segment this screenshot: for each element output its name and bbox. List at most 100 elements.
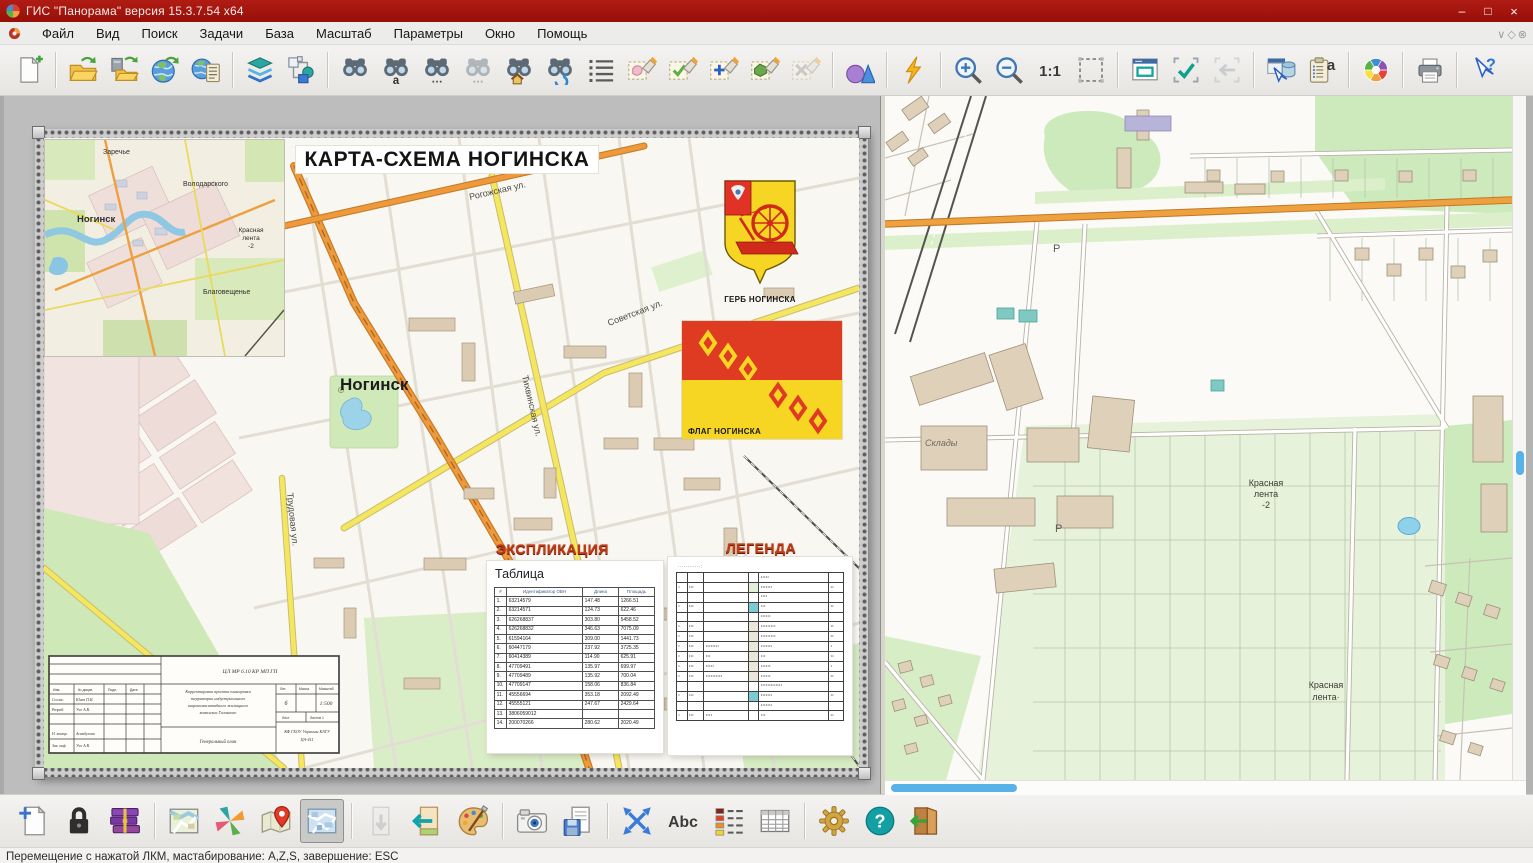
table-row: 8.47709491135.97699.97 xyxy=(495,663,655,672)
open-globe-button[interactable] xyxy=(145,51,184,90)
legend-cell xyxy=(704,592,748,602)
menu-items: ФайлВидПоискЗадачиБазаМасштабПараметрыОк… xyxy=(31,24,598,43)
help-circle-button[interactable]: ? xyxy=(858,799,902,843)
toolbar-separator xyxy=(940,52,941,88)
toolbar-separator xyxy=(1456,52,1457,88)
menu-item-1[interactable]: Файл xyxy=(31,24,85,43)
menu-item-8[interactable]: Окно xyxy=(474,24,526,43)
zoom-out-button[interactable] xyxy=(989,51,1028,90)
find-refresh-button[interactable] xyxy=(540,51,579,90)
globe-report-button[interactable] xyxy=(186,51,225,90)
select-add-button[interactable] xyxy=(704,51,743,90)
table-cell: 45556694 xyxy=(507,691,583,700)
sheet-save-button[interactable] xyxy=(556,799,600,843)
check-frame-button[interactable] xyxy=(1166,51,1205,90)
document-sheet[interactable]: Рогожская ул. Советская ул. Тихвинская у… xyxy=(44,138,859,768)
menu-collapse-icon[interactable]: ∨ xyxy=(1497,29,1505,41)
cursor-db-button[interactable] xyxy=(1261,51,1300,90)
inset-label-blagoveshchenye: Благовещенье xyxy=(203,289,250,296)
title-bar: ГИС "Панорама" версия 15.3.7.54 x64 – □ … xyxy=(0,0,1533,22)
exit-door-button[interactable] xyxy=(904,799,948,843)
open-data-button[interactable] xyxy=(104,51,143,90)
map-blue-button[interactable] xyxy=(300,799,344,843)
print-button[interactable] xyxy=(1410,51,1449,90)
abc-button[interactable]: Abc xyxy=(661,799,705,843)
table-row: 2.63214571124.73622.46 xyxy=(495,606,655,615)
zoom-in-button[interactable] xyxy=(948,51,987,90)
menu-item-6[interactable]: Масштаб xyxy=(305,24,383,43)
find-button[interactable] xyxy=(335,51,374,90)
legend-cell xyxy=(687,681,704,691)
table-cell: 700.04 xyxy=(619,672,655,681)
work-area: Рогожская ул. Советская ул. Тихвинская у… xyxy=(0,96,1533,794)
camera-button[interactable] xyxy=(510,799,554,843)
find-name-button[interactable]: a xyxy=(376,51,415,90)
horizontal-scrollbar-thumb[interactable] xyxy=(891,784,1017,792)
horizontal-scrollbar[interactable] xyxy=(885,780,1526,795)
color-wheel-button[interactable] xyxy=(1356,51,1395,90)
menu-item-3[interactable]: Поиск xyxy=(131,24,189,43)
shapes-3d-button[interactable] xyxy=(840,51,879,90)
vertical-scrollbar-thumb[interactable] xyxy=(1516,451,1524,475)
legend-list-button[interactable] xyxy=(707,799,751,843)
map-document-panel[interactable]: Рогожская ул. Советская ул. Тихвинская у… xyxy=(4,96,880,794)
legend-row: ••••••••••••• xyxy=(677,691,844,701)
legend-cell: •• xyxy=(829,622,844,632)
gear-button[interactable] xyxy=(812,799,856,843)
menu-item-9[interactable]: Помощь xyxy=(526,24,598,43)
menu-expand-icon[interactable]: ◇ xyxy=(1507,29,1515,41)
city-map[interactable]: Склады Р Р Красная лента -2 Красная лент… xyxy=(885,96,1512,780)
vertical-scrollbar[interactable] xyxy=(1512,96,1527,780)
marquee-icon xyxy=(1076,55,1106,85)
new-document-button[interactable] xyxy=(9,51,48,90)
minimize-button[interactable]: – xyxy=(1449,4,1475,18)
inset-overview-map[interactable]: Заречье Володарского Ногинск Красная лен… xyxy=(45,140,284,356)
table-body: 1.63214579147.481266.512.63214571124.736… xyxy=(495,597,655,728)
menu-item-2[interactable]: Вид xyxy=(85,24,131,43)
map-pin-button[interactable] xyxy=(254,799,298,843)
attributes-button[interactable]: a xyxy=(1302,51,1341,90)
find-dots-button[interactable]: … xyxy=(417,51,456,90)
help-cursor-button[interactable]: ? xyxy=(1464,51,1503,90)
open-map-button[interactable] xyxy=(63,51,102,90)
move-arrows-button[interactable] xyxy=(615,799,659,843)
books-button[interactable] xyxy=(103,799,147,843)
color-wheel-icon xyxy=(1361,55,1391,85)
table-cell: 14. xyxy=(495,719,507,728)
close-button[interactable]: × xyxy=(1501,4,1527,19)
select-ok-button[interactable] xyxy=(663,51,702,90)
lock-button[interactable] xyxy=(57,799,101,843)
map-label-sklady: Склады xyxy=(925,438,958,448)
lightning-button[interactable] xyxy=(894,51,933,90)
document-frame[interactable]: Рогожская ул. Советская ул. Тихвинская у… xyxy=(35,129,868,777)
legend-swatch xyxy=(748,582,759,592)
menu-item-7[interactable]: Параметры xyxy=(383,24,474,43)
fit-window-button[interactable] xyxy=(1125,51,1164,90)
scale-1-1-button[interactable]: 1:1 xyxy=(1030,51,1069,90)
frame-handle-bottom-left[interactable] xyxy=(32,767,45,780)
find-house-button[interactable] xyxy=(499,51,538,90)
frame-handle-bottom-right[interactable] xyxy=(858,767,871,780)
map-view-button[interactable] xyxy=(162,799,206,843)
table-header-cell: # xyxy=(495,588,507,597)
list-button[interactable] xyxy=(581,51,620,90)
frame-handle-top-right[interactable] xyxy=(858,126,871,139)
menu-item-4[interactable]: Задачи xyxy=(189,24,255,43)
legend-cell: • xyxy=(829,642,844,652)
select-area-button[interactable] xyxy=(622,51,661,90)
select-green-button[interactable] xyxy=(745,51,784,90)
status-text: Перемещение с нажатой ЛКМ, мастабировани… xyxy=(6,851,398,863)
structure-button[interactable] xyxy=(281,51,320,90)
compass-button[interactable] xyxy=(208,799,252,843)
sheet-back-button[interactable] xyxy=(405,799,449,843)
menu-item-5[interactable]: База xyxy=(254,24,305,43)
marquee-button[interactable] xyxy=(1071,51,1110,90)
toolbar-separator xyxy=(502,803,503,839)
layers-button[interactable] xyxy=(240,51,279,90)
menu-close-icon[interactable]: ⊗ xyxy=(1518,29,1527,41)
sheet-new-button[interactable] xyxy=(11,799,55,843)
map-panel[interactable]: Склады Р Р Красная лента -2 Красная лент… xyxy=(885,96,1512,780)
table-grid-button[interactable] xyxy=(753,799,797,843)
palette-button[interactable] xyxy=(451,799,495,843)
maximize-button[interactable]: □ xyxy=(1475,4,1501,18)
